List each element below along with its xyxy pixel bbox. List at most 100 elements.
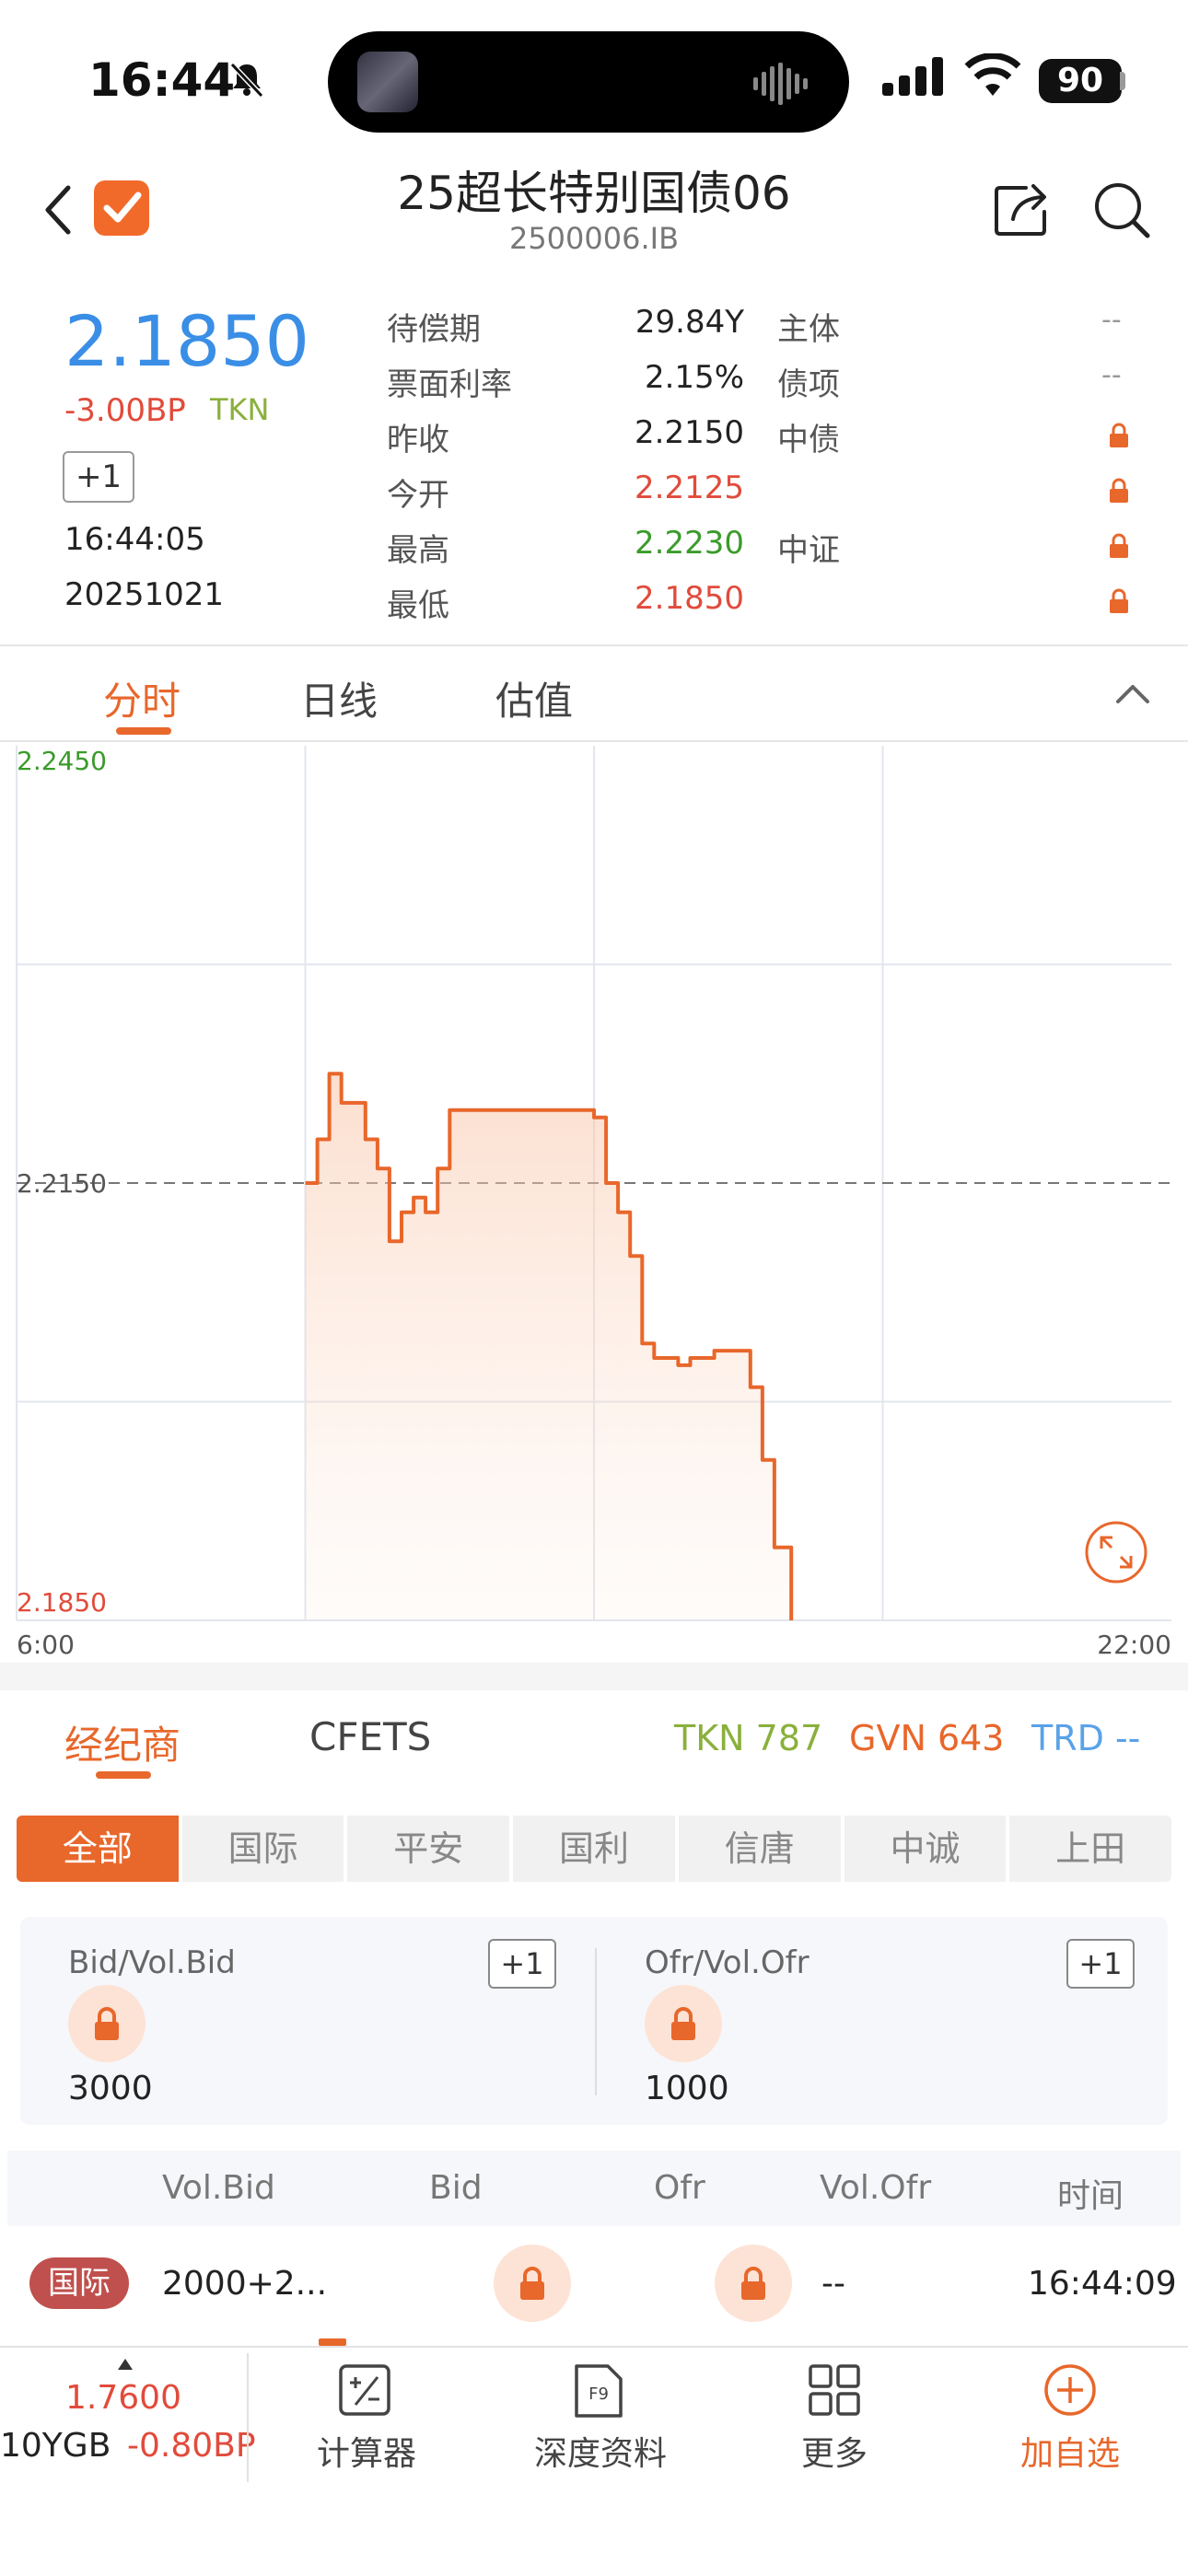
grid-more-icon[interactable] bbox=[807, 2362, 862, 2418]
filter-all[interactable]: 全部 bbox=[17, 1816, 179, 1882]
col-time: 时间 bbox=[1057, 2177, 1124, 2215]
benchmark-yield[interactable]: 1.7600 bbox=[0, 2379, 247, 2417]
filter-shangtian[interactable]: 上田 bbox=[1009, 1816, 1172, 1882]
nav-deep-data[interactable]: 深度资料 bbox=[516, 2427, 685, 2475]
battery-tip bbox=[1120, 72, 1125, 90]
wifi-icon bbox=[964, 53, 1021, 96]
lock-icon[interactable] bbox=[1107, 422, 1131, 449]
ofr-lock-button[interactable] bbox=[645, 1985, 722, 2062]
plus-one-button[interactable]: +1 bbox=[63, 451, 134, 503]
row-bid-lock[interactable] bbox=[494, 2245, 571, 2322]
quote-field-value: 2.1850 bbox=[635, 580, 744, 617]
quote-field-label: 最高 bbox=[387, 532, 449, 569]
audio-wave-icon bbox=[753, 63, 808, 105]
nav-add-watchlist[interactable]: 加自选 bbox=[996, 2427, 1144, 2475]
ofr-volume: 1000 bbox=[645, 2070, 729, 2107]
col-bid: Bid bbox=[429, 2169, 483, 2207]
bid-lock-button[interactable] bbox=[68, 1985, 146, 2062]
col-vol-bid: Vol.Bid bbox=[162, 2169, 275, 2207]
broker-filter-row: 全部 国际 平安 国利 信唐 中诚 上田 bbox=[17, 1816, 1172, 1882]
tab-indicator bbox=[116, 727, 171, 735]
calculator-icon[interactable] bbox=[337, 2362, 392, 2418]
tab-valuation[interactable]: 估值 bbox=[495, 670, 573, 726]
row-vol-ofr: -- bbox=[821, 2265, 845, 2303]
chevron-up-icon[interactable] bbox=[1114, 679, 1151, 707]
rating-value: -- bbox=[1101, 359, 1122, 391]
lock-icon bbox=[671, 2007, 695, 2040]
filter-xintang[interactable]: 信唐 bbox=[678, 1816, 841, 1882]
lock-icon[interactable] bbox=[1107, 477, 1131, 505]
lock-icon[interactable] bbox=[1107, 587, 1131, 615]
quote-field-label: 昨收 bbox=[387, 422, 449, 458]
now-playing-artwork bbox=[357, 52, 418, 112]
bid-volume: 3000 bbox=[68, 2070, 153, 2107]
cellular-signal-icon bbox=[882, 57, 943, 96]
share-icon[interactable] bbox=[993, 180, 1052, 239]
rating-agency-label: 中债 bbox=[777, 422, 840, 458]
intraday-chart[interactable]: 2.2450 2.2150 2.1850 6:00 22:00 bbox=[0, 740, 1188, 1657]
quote-field-value: 29.84Y bbox=[635, 304, 744, 341]
tab-intraday[interactable]: 分时 bbox=[103, 670, 181, 726]
filter-guoli[interactable]: 国利 bbox=[513, 1816, 675, 1882]
search-icon[interactable] bbox=[1092, 180, 1151, 239]
row-time: 16:44:09 bbox=[1028, 2265, 1177, 2303]
status-time: 16:44 bbox=[88, 53, 236, 107]
trd-count: TRD -- bbox=[1031, 1718, 1141, 1758]
tab-cfets[interactable]: CFETS bbox=[309, 1714, 431, 1759]
benchmark-name: 10YGB bbox=[0, 2427, 111, 2465]
gvn-count: GVN 643 bbox=[849, 1718, 1005, 1758]
rating-agency-label: 主体 bbox=[777, 311, 840, 348]
y-tick-label: 2.2450 bbox=[17, 746, 107, 776]
tkn-count: TKN 787 bbox=[674, 1718, 823, 1758]
card-divider bbox=[595, 1948, 597, 2095]
col-ofr: Ofr bbox=[654, 2169, 705, 2207]
nav-more[interactable]: 更多 bbox=[779, 2427, 890, 2475]
tab-daily[interactable]: 日线 bbox=[300, 670, 378, 726]
row-vol-bid: 2000+2... bbox=[162, 2265, 328, 2303]
scroll-indicator bbox=[319, 2338, 346, 2346]
col-vol-ofr: Vol.Ofr bbox=[820, 2169, 932, 2207]
quote-time: 16:44:05 bbox=[64, 521, 205, 558]
quote-field-label: 票面利率 bbox=[387, 366, 512, 403]
nav-calculator[interactable]: 计算器 bbox=[293, 2427, 440, 2475]
tab-indicator bbox=[96, 1771, 151, 1779]
quote-field-value: 2.15% bbox=[644, 359, 744, 396]
lock-icon bbox=[741, 2267, 765, 2300]
f9-document-icon[interactable]: F9 bbox=[573, 2362, 624, 2419]
quote-field-value: 2.2150 bbox=[635, 414, 744, 451]
row-ofr-lock[interactable] bbox=[715, 2245, 792, 2322]
dynamic-island[interactable] bbox=[328, 31, 849, 133]
filter-pingan[interactable]: 平安 bbox=[347, 1816, 510, 1882]
section-separator bbox=[0, 1663, 1188, 1690]
filter-guoji[interactable]: 国际 bbox=[181, 1816, 344, 1882]
yield-change-bp: -3.00BP bbox=[64, 392, 186, 429]
x-tick-label: 22:00 bbox=[1097, 1630, 1171, 1657]
rating-agency-label: 中证 bbox=[777, 532, 840, 569]
quote-date: 20251021 bbox=[64, 576, 225, 613]
x-tick-label: 6:00 bbox=[17, 1630, 75, 1657]
quote-field-value: 2.2125 bbox=[635, 470, 744, 506]
fullscreen-icon[interactable] bbox=[1085, 1521, 1147, 1584]
ofr-label: Ofr/Vol.Ofr bbox=[645, 1944, 809, 1981]
bid-plus-button[interactable]: +1 bbox=[488, 1939, 556, 1989]
y-tick-label: 2.2150 bbox=[17, 1168, 107, 1199]
quote-field-value: 2.2230 bbox=[635, 525, 744, 562]
quote-source: TKN bbox=[210, 392, 270, 427]
svg-text:F9: F9 bbox=[588, 2385, 609, 2404]
tab-broker[interactable]: 经纪商 bbox=[64, 1714, 181, 1770]
filter-zhongcheng[interactable]: 中诚 bbox=[844, 1816, 1007, 1882]
lock-icon bbox=[520, 2267, 544, 2300]
battery-indicator: 90 bbox=[1039, 59, 1122, 103]
y-tick-label: 2.1850 bbox=[17, 1587, 107, 1618]
lock-icon[interactable] bbox=[1107, 532, 1131, 560]
rating-agency-label: 债项 bbox=[777, 366, 840, 403]
divider bbox=[0, 644, 1188, 646]
add-circle-icon[interactable] bbox=[1042, 2362, 1098, 2418]
broker-badge: 国际 bbox=[29, 2257, 129, 2309]
rating-value: -- bbox=[1101, 304, 1122, 336]
quote-field-label: 最低 bbox=[387, 587, 449, 624]
quote-field-label: 待偿期 bbox=[387, 311, 481, 348]
bid-label: Bid/Vol.Bid bbox=[68, 1944, 236, 1981]
benchmark-change: -0.80BP bbox=[127, 2427, 256, 2465]
ofr-plus-button[interactable]: +1 bbox=[1066, 1939, 1135, 1989]
